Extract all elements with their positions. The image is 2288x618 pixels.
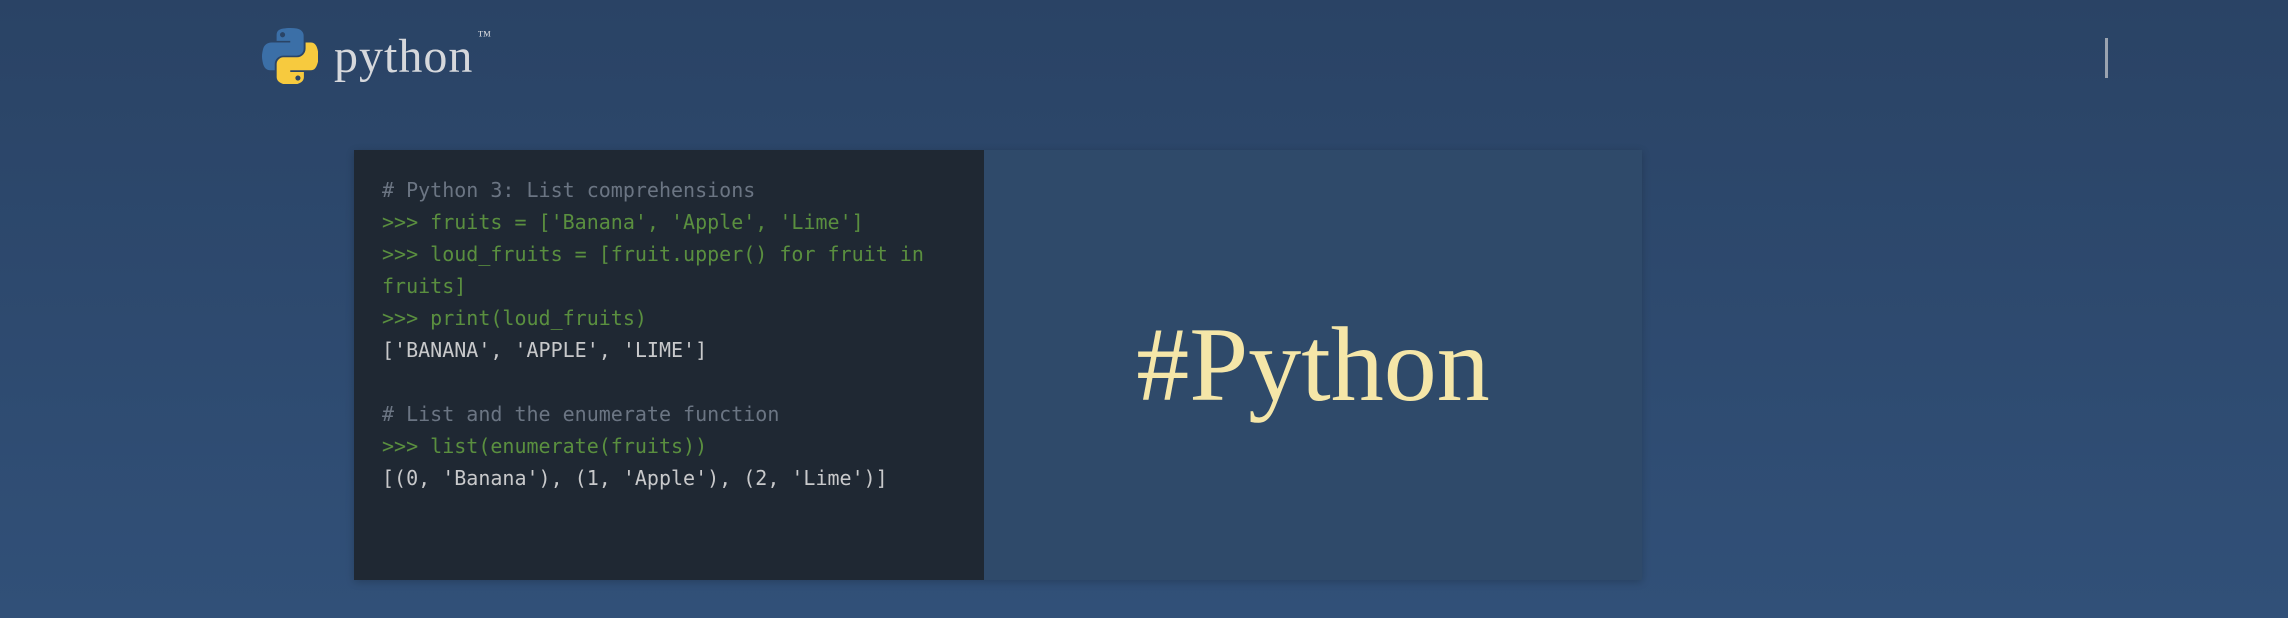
python-logo-area: python™ bbox=[262, 28, 492, 84]
code-comment: # Python 3: List comprehensions bbox=[382, 178, 755, 202]
code-example: # Python 3: List comprehensions >>> frui… bbox=[354, 150, 984, 580]
repl-prompt: >>> bbox=[382, 242, 430, 266]
code-line: fruits] bbox=[382, 274, 466, 298]
code-line: fruits = ['Banana', 'Apple', 'Lime'] bbox=[430, 210, 863, 234]
code-output: [(0, 'Banana'), (1, 'Apple'), (2, 'Lime'… bbox=[382, 466, 888, 490]
repl-prompt: >>> bbox=[382, 306, 430, 330]
code-line: print(loud_fruits) bbox=[430, 306, 647, 330]
hashtag-text: #Python bbox=[1136, 304, 1489, 426]
repl-prompt: >>> bbox=[382, 434, 430, 458]
code-output: ['BANANA', 'APPLE', 'LIME'] bbox=[382, 338, 707, 362]
python-logo-icon bbox=[262, 28, 318, 84]
code-line: loud_fruits = [fruit.upper() for fruit i… bbox=[430, 242, 924, 266]
code-line: list(enumerate(fruits)) bbox=[430, 434, 707, 458]
text-cursor-icon bbox=[2105, 38, 2108, 78]
hero-panel: # Python 3: List comprehensions >>> frui… bbox=[354, 150, 1642, 580]
hashtag-panel: #Python bbox=[984, 150, 1642, 580]
repl-prompt: >>> bbox=[382, 210, 430, 234]
python-wordmark: python™ bbox=[334, 29, 492, 84]
code-comment: # List and the enumerate function bbox=[382, 402, 779, 426]
